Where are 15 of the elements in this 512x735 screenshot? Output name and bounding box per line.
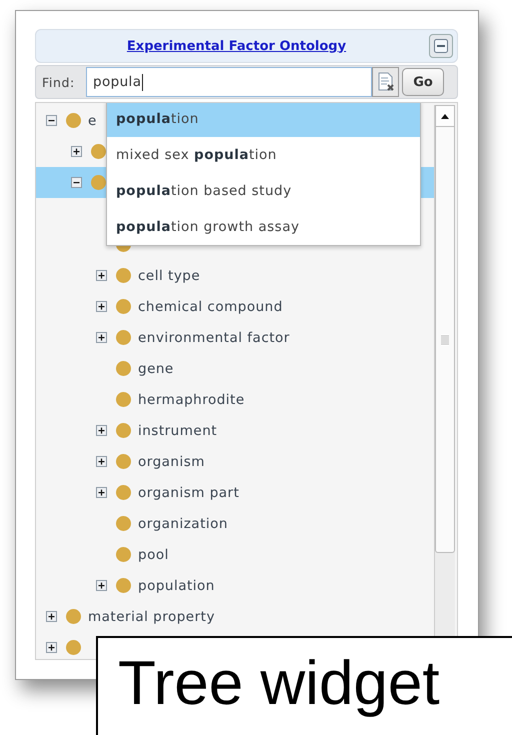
node-label: organism xyxy=(138,454,205,470)
node-label: population xyxy=(138,578,215,594)
caption-tooltip: Tree widget xyxy=(96,636,512,735)
node-label: hermaphrodite xyxy=(138,392,245,408)
find-label: Find: xyxy=(42,74,76,90)
node-label: environmental factor xyxy=(138,330,290,346)
node-label: instrument xyxy=(138,422,218,438)
node-label: pool xyxy=(138,546,169,562)
node-label: chemical compound xyxy=(138,298,283,314)
node-label: material property xyxy=(88,608,215,624)
node-label: gene xyxy=(138,360,174,376)
node-label: organism part xyxy=(138,484,240,500)
node-label: e xyxy=(88,112,97,128)
node-label: cell type xyxy=(138,268,200,284)
node-label: organization xyxy=(138,516,228,532)
